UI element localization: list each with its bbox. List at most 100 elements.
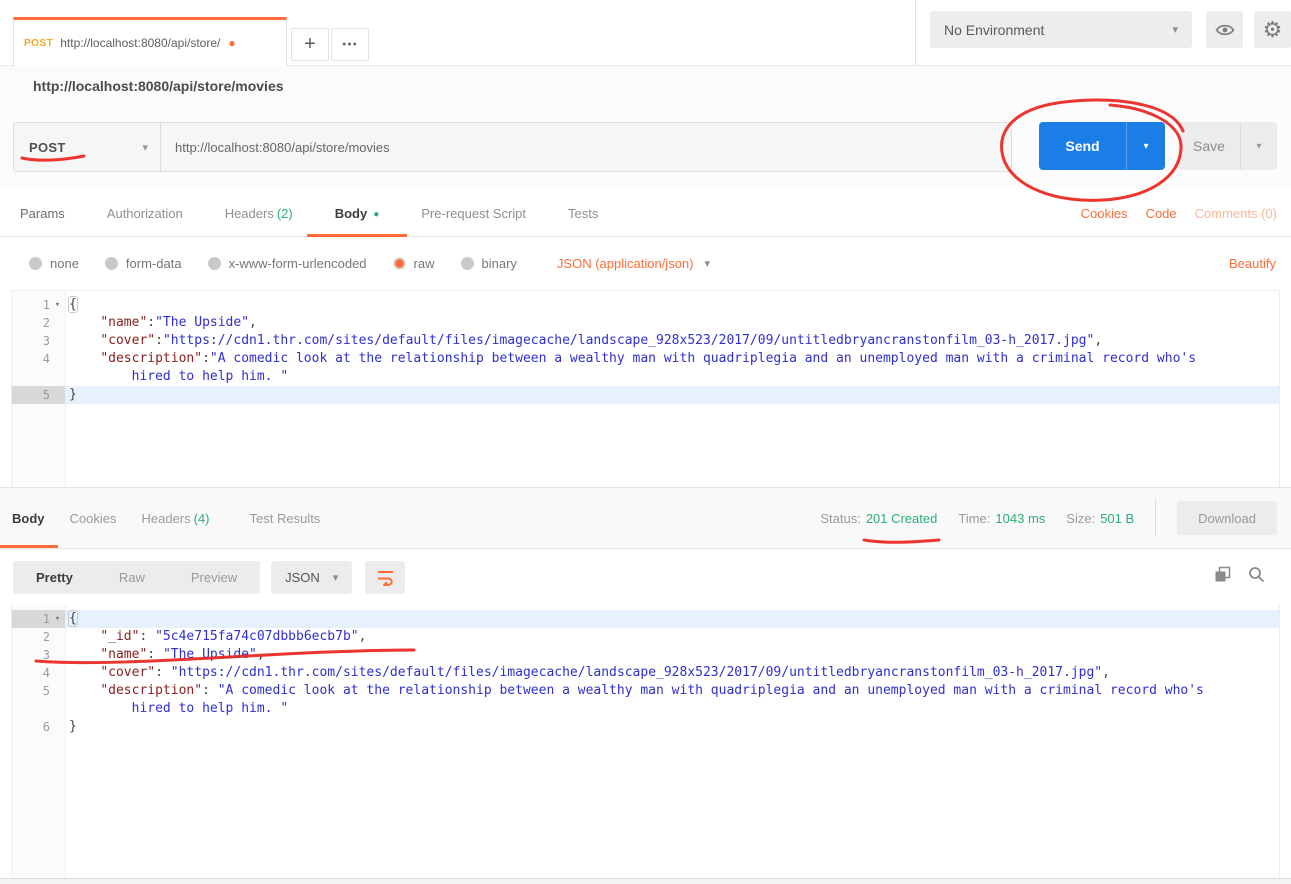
token-str: "https://cdn1.thr.com/sites/default/file…	[171, 665, 1102, 680]
response-format-selector[interactable]: JSON ▾	[271, 561, 352, 594]
cookies-link[interactable]: Cookies	[1081, 206, 1128, 221]
send-options-caret[interactable]: ▾	[1127, 122, 1165, 170]
code-link[interactable]: Code	[1146, 206, 1177, 221]
token-str: "The Upside"	[155, 315, 249, 330]
gutter-spacer	[50, 700, 65, 718]
header-divider	[915, 0, 916, 66]
view-raw[interactable]: Raw	[96, 570, 168, 585]
code-line: 2 "_id": "5c4e715fa74c07dbbb6ecb7b",	[12, 628, 1279, 646]
token-punc: }	[69, 387, 77, 402]
body-type-row: none form-data x-www-form-urlencoded raw…	[0, 237, 1291, 290]
environment-value: No Environment	[944, 22, 1044, 38]
copy-button[interactable]	[1214, 566, 1231, 588]
code-text: hired to help him. "	[65, 368, 1279, 386]
code-line: hired to help him. "	[12, 700, 1279, 718]
tab-body[interactable]: Body●	[335, 206, 380, 221]
view-pretty[interactable]: Pretty	[13, 570, 96, 585]
comments-link[interactable]: Comments (0)	[1195, 206, 1277, 221]
save-options-caret[interactable]: ▾	[1241, 122, 1277, 170]
line-number	[12, 700, 50, 718]
tab-headers-label: Headers	[225, 206, 274, 221]
body-has-content-dot: ●	[373, 209, 379, 220]
new-tab-button[interactable]: +	[291, 28, 329, 61]
fold-caret-icon[interactable]: ▾	[50, 296, 65, 314]
code-line: 1▾{	[12, 296, 1279, 314]
radio-form-data[interactable]: form-data	[105, 256, 182, 271]
view-preview[interactable]: Preview	[168, 570, 260, 585]
response-headers-count: (4)	[194, 511, 210, 526]
wrap-lines-icon	[376, 568, 395, 586]
request-tab[interactable]: POST http://localhost:8080/api/store/ ●	[13, 17, 287, 66]
gutter-cell: 2	[12, 628, 65, 646]
tab-params[interactable]: Params	[20, 206, 65, 221]
response-tab-test-results[interactable]: Test Results	[250, 511, 321, 526]
tab-pre-request-script[interactable]: Pre-request Script	[421, 206, 526, 221]
token-brk: {	[69, 297, 77, 312]
response-tools	[1214, 566, 1291, 588]
radio-none-label: none	[50, 256, 79, 271]
gutter-spacer	[50, 332, 65, 350]
token-str: "5c4e715fa74c07dbbb6ecb7b"	[155, 629, 359, 644]
token-punc: :	[147, 315, 155, 330]
url-input[interactable]: http://localhost:8080/api/store/movies	[161, 123, 1011, 171]
token-key: "name"	[100, 315, 147, 330]
response-meta: Status:201 Created Time:1043 ms Size:501…	[820, 500, 1291, 536]
time-label: Time:	[958, 511, 990, 526]
environment-selector[interactable]: No Environment ▾	[930, 11, 1192, 48]
tab-method-badge: POST	[24, 38, 53, 49]
download-button[interactable]: Download	[1177, 501, 1277, 535]
token-key: "cover"	[100, 665, 155, 680]
code-line: 2 "name":"The Upside",	[12, 314, 1279, 332]
token-str: "https://cdn1.thr.com/sites/default/file…	[163, 333, 1094, 348]
code-line: hired to help him. "	[12, 368, 1279, 386]
token-plain	[69, 629, 100, 644]
tab-headers[interactable]: Headers(2)	[225, 206, 293, 221]
radio-raw[interactable]: raw	[393, 256, 435, 271]
eye-icon	[1215, 23, 1235, 37]
code-text: "_id": "5c4e715fa74c07dbbb6ecb7b",	[65, 628, 1279, 646]
gutter-cell: 5	[12, 682, 65, 700]
method-value: POST	[29, 140, 66, 155]
time-badge: Time:1043 ms	[958, 511, 1045, 526]
radio-icon	[29, 257, 42, 270]
request-body-editor[interactable]: 1▾{2 "name":"The Upside",3 "cover":"http…	[11, 290, 1280, 487]
gutter-spacer	[50, 386, 65, 404]
response-tab-cookies[interactable]: Cookies	[70, 511, 117, 526]
line-number: 3	[12, 332, 50, 350]
radio-x-www-form-urlencoded[interactable]: x-www-form-urlencoded	[208, 256, 367, 271]
request-editor-lines: 1▾{2 "name":"The Upside",3 "cover":"http…	[12, 291, 1279, 404]
method-select[interactable]: POST ▾	[14, 123, 161, 171]
response-body-editor[interactable]: 1▾{2 "_id": "5c4e715fa74c07dbbb6ecb7b",3…	[11, 605, 1280, 878]
format-value: JSON	[285, 570, 320, 585]
radio-binary[interactable]: binary	[461, 256, 517, 271]
line-number: 2	[12, 628, 50, 646]
code-line: 1▾{	[12, 610, 1279, 628]
settings-button[interactable]: ⚙	[1254, 11, 1291, 48]
radio-form-data-label: form-data	[126, 256, 182, 271]
token-punc: ,	[359, 629, 367, 644]
tab-authorization[interactable]: Authorization	[107, 206, 183, 221]
response-toolbar: Pretty Raw Preview JSON ▾	[0, 549, 1291, 605]
line-number: 5	[12, 386, 50, 404]
tab-tests[interactable]: Tests	[568, 206, 598, 221]
environment-quick-look-button[interactable]	[1206, 11, 1243, 48]
fold-caret-icon[interactable]: ▾	[50, 610, 65, 628]
url-group: POST ▾ http://localhost:8080/api/store/m…	[13, 122, 1012, 172]
search-button[interactable]	[1248, 566, 1265, 588]
gutter-spacer	[50, 646, 65, 664]
token-str: hired to help him. "	[132, 369, 289, 384]
wrap-lines-button[interactable]	[365, 561, 405, 594]
token-plain	[69, 701, 132, 716]
gutter-cell: 6	[12, 718, 65, 736]
token-str: hired to help him. "	[132, 701, 289, 716]
radio-none[interactable]: none	[29, 256, 79, 271]
code-text: }	[65, 718, 1279, 736]
beautify-link[interactable]: Beautify	[1229, 256, 1291, 271]
send-button[interactable]: Send	[1039, 122, 1127, 170]
tab-overflow-button[interactable]: ●●●	[331, 28, 369, 61]
response-tab-headers[interactable]: Headers(4)	[141, 511, 209, 526]
save-button[interactable]: Save	[1178, 122, 1241, 170]
content-type-selector[interactable]: JSON (application/json) ▾	[557, 256, 710, 271]
response-tab-body[interactable]: Body	[12, 511, 45, 526]
send-button-group: Send ▾	[1039, 122, 1165, 170]
